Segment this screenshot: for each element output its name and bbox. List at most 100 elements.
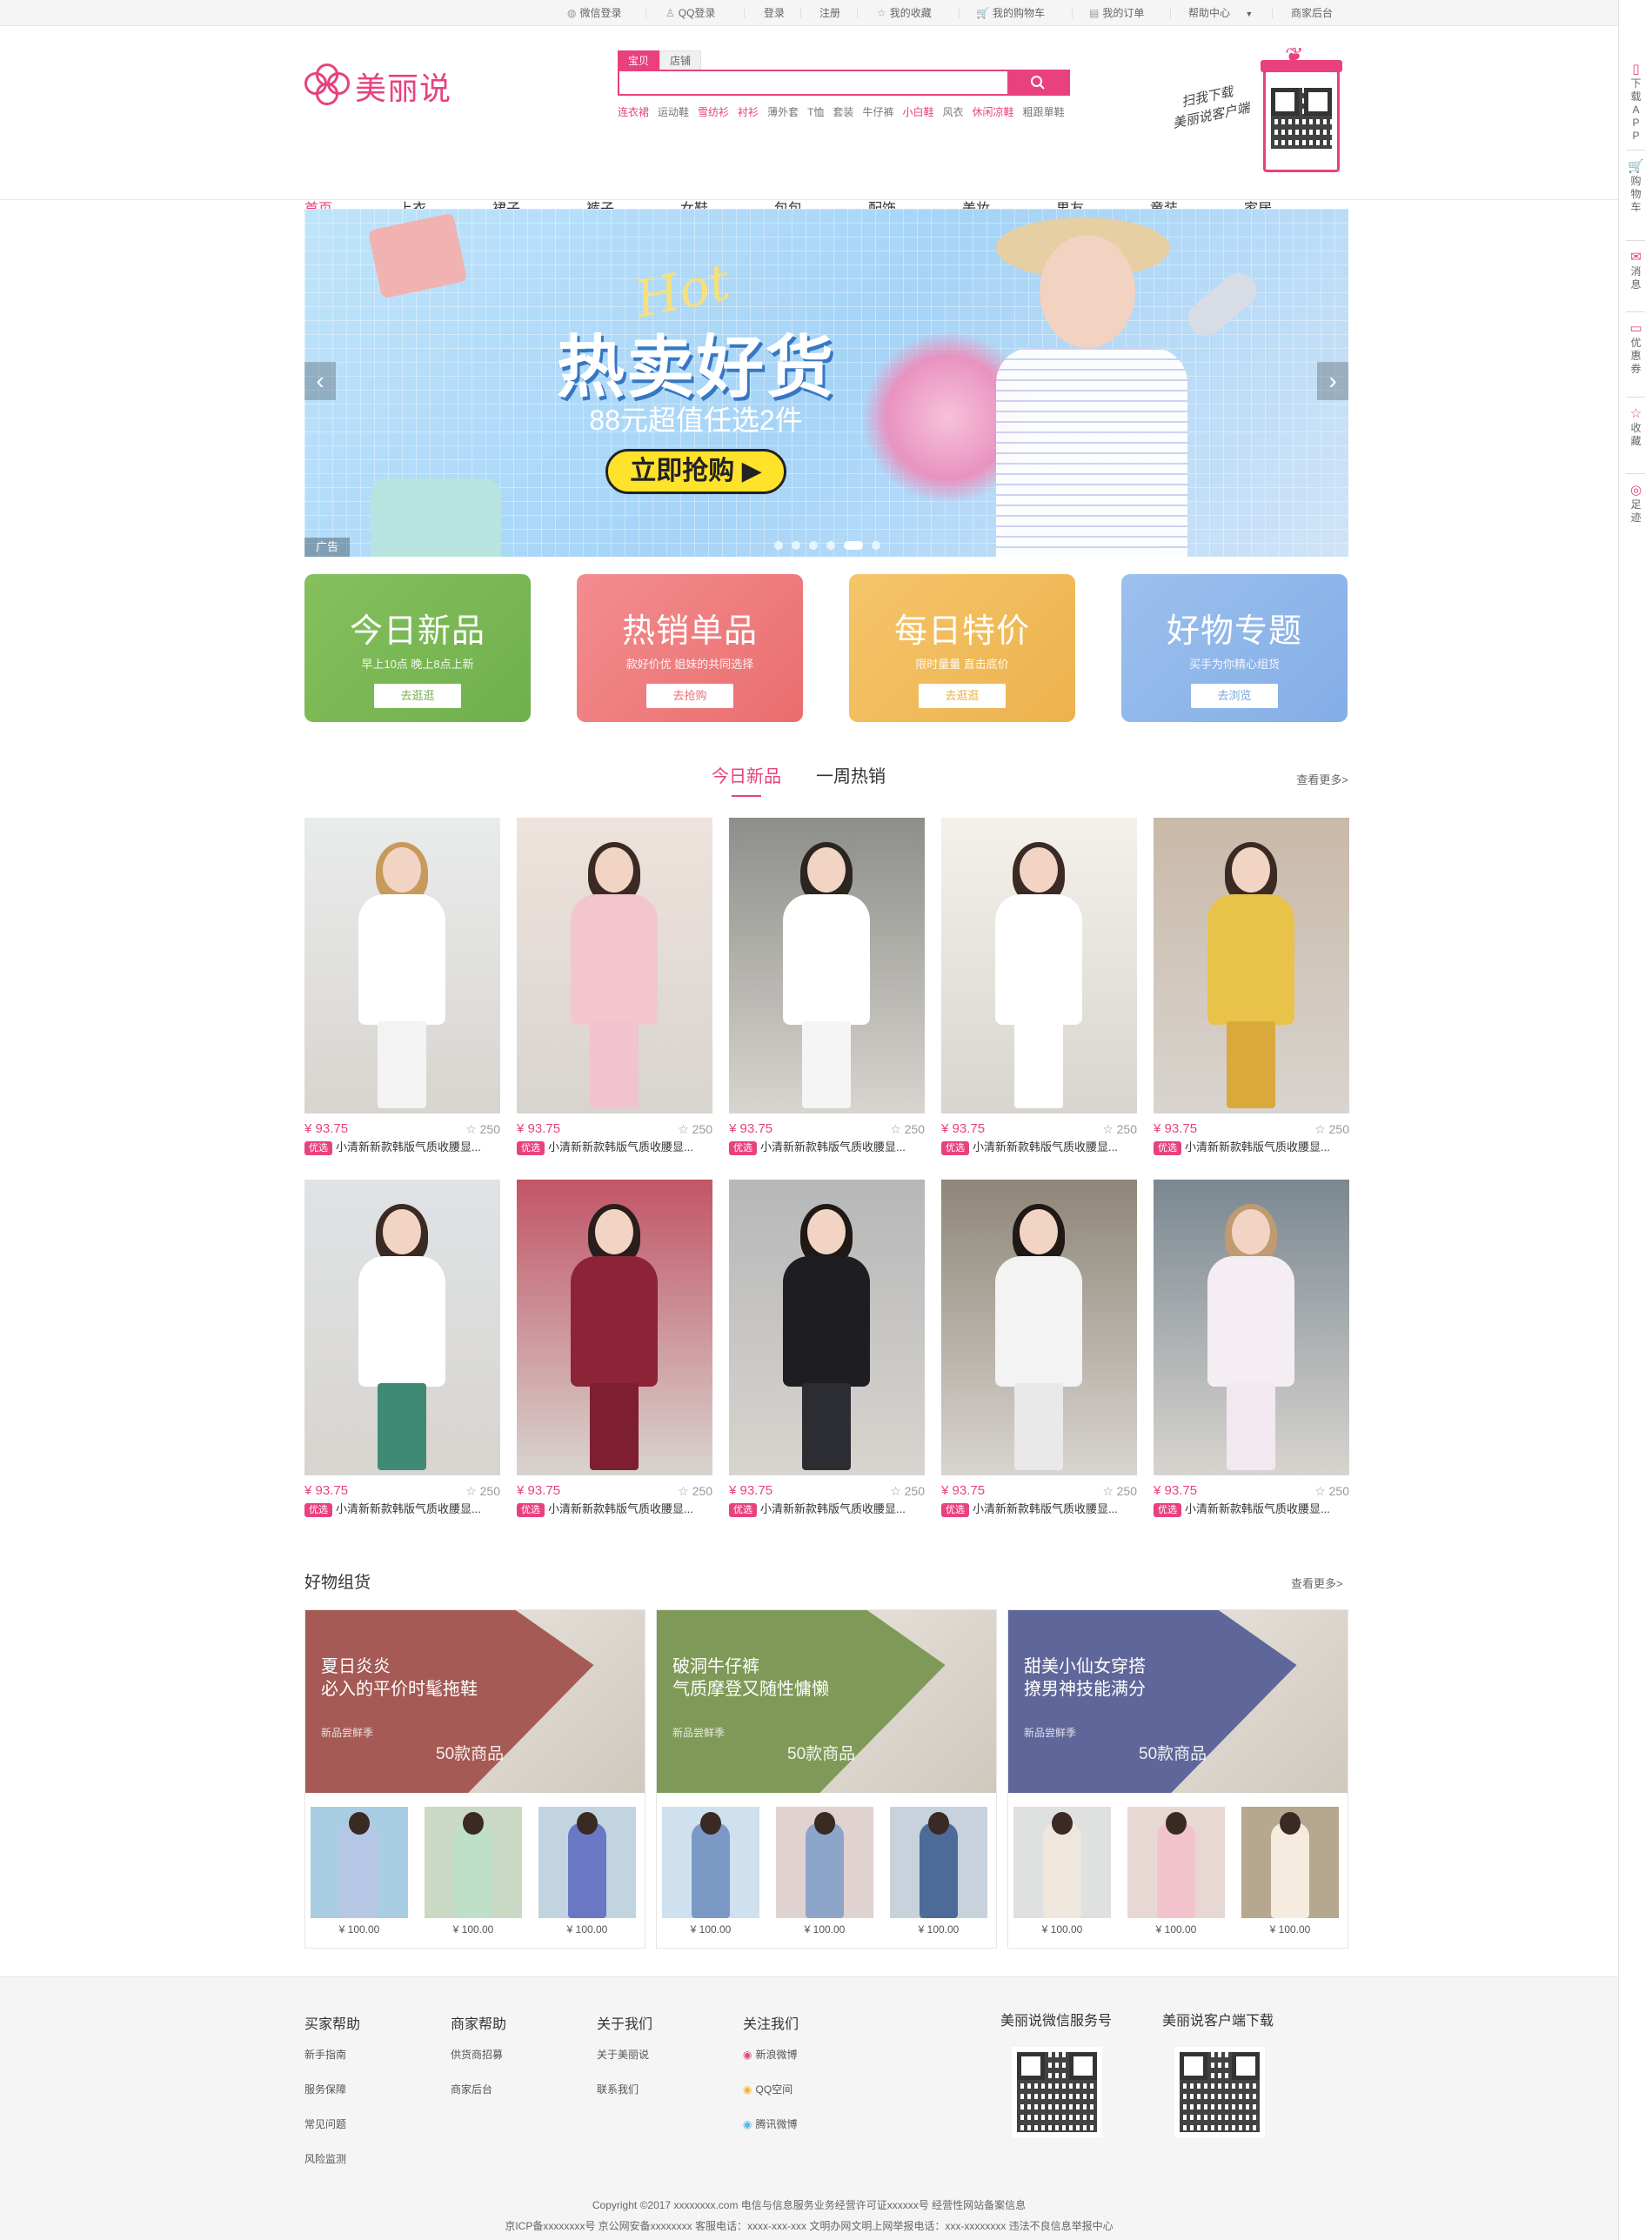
sidebar-item[interactable]: ✉ 消息 <box>1619 251 1652 291</box>
group-thumb[interactable]: ¥ 100.00 <box>538 1807 636 1936</box>
tile-button[interactable]: 去浏览 <box>1191 684 1278 708</box>
product-likes[interactable]: ☆ 250 <box>890 1122 925 1136</box>
product-likes[interactable]: ☆ 250 <box>890 1484 925 1498</box>
app-download-promo[interactable]: 扫我下载 美丽说客户端 ❦ <box>1157 43 1348 183</box>
group-thumb[interactable]: ¥ 100.00 <box>1241 1807 1339 1936</box>
product-likes[interactable]: ☆ 250 <box>465 1484 500 1498</box>
slide-dot[interactable] <box>774 541 783 550</box>
product-card[interactable]: ¥ 93.75 ☆ 250 优选 小清新新款韩版气质收腰显... <box>517 818 712 1155</box>
sidebar-item[interactable]: ☆ 收藏 <box>1619 407 1652 448</box>
hot-word-link[interactable]: 薄外套 <box>767 104 799 119</box>
footer-link[interactable]: 服务保障 <box>304 2080 360 2115</box>
product-image[interactable] <box>941 1180 1137 1475</box>
product-likes[interactable]: ☆ 250 <box>1314 1484 1349 1498</box>
product-card[interactable]: ¥ 93.75 ☆ 250 优选 小清新新款韩版气质收腰显... <box>1154 1180 1349 1517</box>
product-likes[interactable]: ☆ 250 <box>678 1484 712 1498</box>
footer-link[interactable]: 风险监测 <box>304 2150 360 2184</box>
hot-word-link[interactable]: 风衣 <box>942 104 963 119</box>
sidebar-item[interactable]: 🛒 购物车 <box>1619 160 1652 214</box>
product-image[interactable] <box>304 818 500 1113</box>
slide-dot[interactable] <box>792 541 800 550</box>
footer-link[interactable]: ◉ QQ空间 <box>743 2080 799 2115</box>
product-name[interactable]: 小清新新款韩版气质收腰显... <box>760 1140 906 1153</box>
group-thumb[interactable]: ¥ 100.00 <box>662 1807 759 1936</box>
search-input[interactable] <box>619 71 1007 94</box>
feature-tile[interactable]: 热销单品 款好价优 姐妹的共同选择 去抢购 <box>577 574 803 722</box>
tab-today-new[interactable]: 今日新品 <box>712 762 781 797</box>
hot-word-link[interactable]: T恤 <box>807 104 824 119</box>
group-card[interactable]: 破洞牛仔裤 气质摩登又随性慵懒 新品尝鲜季 50款商品 ¥ 100.00 ¥ 100.00… <box>656 1609 997 1949</box>
product-card[interactable]: ¥ 93.75 ☆ 250 优选 小清新新款韩版气质收腰显... <box>304 818 500 1155</box>
groups-view-more-link[interactable]: 查看更多> <box>1291 1575 1343 1591</box>
product-name[interactable]: 小清新新款韩版气质收腰显... <box>973 1140 1118 1153</box>
help-center-dropdown[interactable]: 帮助中心 ▼ <box>1188 0 1253 26</box>
slide-dot[interactable] <box>826 541 835 550</box>
register-link[interactable]: 注册 <box>819 0 840 26</box>
slide-dot[interactable] <box>809 541 818 550</box>
product-image[interactable] <box>729 818 925 1113</box>
tile-button[interactable]: 去逛逛 <box>374 684 461 708</box>
tab-stores[interactable]: 店铺 <box>659 50 701 70</box>
feature-tile[interactable]: 今日新品 早上10点 晚上8点上新 去逛逛 <box>304 574 531 722</box>
banner-next-arrow-icon[interactable]: › <box>1317 362 1348 400</box>
product-name[interactable]: 小清新新款韩版气质收腰显... <box>548 1140 693 1153</box>
footer-link[interactable]: 关于美丽说 <box>597 2045 652 2080</box>
group-hero[interactable]: 甜美小仙女穿搭 撩男神技能满分 新品尝鲜季 50款商品 <box>1008 1610 1348 1793</box>
product-likes[interactable]: ☆ 250 <box>1102 1484 1137 1498</box>
product-card[interactable]: ¥ 93.75 ☆ 250 优选 小清新新款韩版气质收腰显... <box>517 1180 712 1517</box>
product-card[interactable]: ¥ 93.75 ☆ 250 优选 小清新新款韩版气质收腰显... <box>729 818 925 1155</box>
hot-word-link[interactable]: 衬衫 <box>738 104 759 119</box>
product-image[interactable] <box>517 818 712 1113</box>
product-card[interactable]: ¥ 93.75 ☆ 250 优选 小清新新款韩版气质收腰显... <box>941 1180 1137 1517</box>
group-card[interactable]: 夏日炎炎 必入的平价时髦拖鞋 新品尝鲜季 50款商品 ¥ 100.00 ¥ 100.00 ¥… <box>304 1609 645 1949</box>
product-likes[interactable]: ☆ 250 <box>1314 1122 1349 1136</box>
banner-prev-arrow-icon[interactable]: ‹ <box>304 362 336 400</box>
sidebar-item[interactable]: ▯ 下载APP <box>1619 63 1652 143</box>
hot-word-link[interactable]: 牛仔裤 <box>862 104 893 119</box>
product-image[interactable] <box>729 1180 925 1475</box>
my-orders-link[interactable]: ▤ 我的订单 <box>1089 0 1144 26</box>
hero-banner[interactable]: Hot 热卖好货 88元超值任选2件 立即抢购 ▶ ‹ › 广告 <box>304 209 1348 557</box>
wechat-login-link[interactable]: ◍ 微信登录 <box>567 0 622 26</box>
tab-items[interactable]: 宝贝 <box>618 50 659 70</box>
product-card[interactable]: ¥ 93.75 ☆ 250 优选 小清新新款韩版气质收腰显... <box>941 818 1137 1155</box>
footer-link[interactable]: 新手指南 <box>304 2045 360 2080</box>
sidebar-item[interactable]: ◎ 足迹 <box>1619 484 1652 525</box>
product-image[interactable] <box>941 818 1137 1113</box>
group-hero[interactable]: 夏日炎炎 必入的平价时髦拖鞋 新品尝鲜季 50款商品 <box>305 1610 645 1793</box>
hot-word-link[interactable]: 小白鞋 <box>902 104 933 119</box>
group-thumb[interactable]: ¥ 100.00 <box>1013 1807 1111 1936</box>
hot-word-link[interactable]: 连衣裙 <box>618 104 649 119</box>
search-button[interactable] <box>1007 71 1068 94</box>
footer-link[interactable]: 常见问题 <box>304 2115 360 2150</box>
product-image[interactable] <box>1154 1180 1349 1475</box>
tile-button[interactable]: 去抢购 <box>646 684 733 708</box>
group-thumb[interactable]: ¥ 100.00 <box>776 1807 873 1936</box>
tab-weekly-hot[interactable]: 一周热销 <box>816 762 886 797</box>
banner-buy-button[interactable]: 立即抢购 ▶ <box>605 449 786 494</box>
product-image[interactable] <box>517 1180 712 1475</box>
product-image[interactable] <box>1154 818 1349 1113</box>
qq-login-link[interactable]: ♙ QQ登录 <box>665 0 715 26</box>
group-thumb[interactable]: ¥ 100.00 <box>1127 1807 1225 1936</box>
product-likes[interactable]: ☆ 250 <box>465 1122 500 1136</box>
group-thumb[interactable]: ¥ 100.00 <box>311 1807 408 1936</box>
product-name[interactable]: 小清新新款韩版气质收腰显... <box>973 1502 1118 1515</box>
group-hero[interactable]: 破洞牛仔裤 气质摩登又随性慵懒 新品尝鲜季 50款商品 <box>657 1610 996 1793</box>
my-favorites-link[interactable]: ☆ 我的收藏 <box>877 0 932 26</box>
slide-dot[interactable] <box>872 541 880 550</box>
hot-word-link[interactable]: 套装 <box>833 104 853 119</box>
hot-word-link[interactable]: 雪纺衫 <box>698 104 729 119</box>
group-thumb[interactable]: ¥ 100.00 <box>425 1807 522 1936</box>
view-more-link[interactable]: 查看更多> <box>1296 771 1348 787</box>
footer-link[interactable]: ◉ 新浪微博 <box>743 2045 799 2080</box>
footer-link[interactable]: 供货商招募 <box>451 2045 506 2080</box>
product-image[interactable] <box>304 1180 500 1475</box>
product-name[interactable]: 小清新新款韩版气质收腰显... <box>336 1140 481 1153</box>
sidebar-item[interactable]: ▭ 优惠券 <box>1619 322 1652 376</box>
product-card[interactable]: ¥ 93.75 ☆ 250 优选 小清新新款韩版气质收腰显... <box>1154 818 1349 1155</box>
product-name[interactable]: 小清新新款韩版气质收腰显... <box>1185 1140 1330 1153</box>
product-card[interactable]: ¥ 93.75 ☆ 250 优选 小清新新款韩版气质收腰显... <box>304 1180 500 1517</box>
footer-link[interactable]: ◉ 腾讯微博 <box>743 2115 799 2150</box>
my-cart-link[interactable]: 🛒 我的购物车 <box>976 0 1045 26</box>
